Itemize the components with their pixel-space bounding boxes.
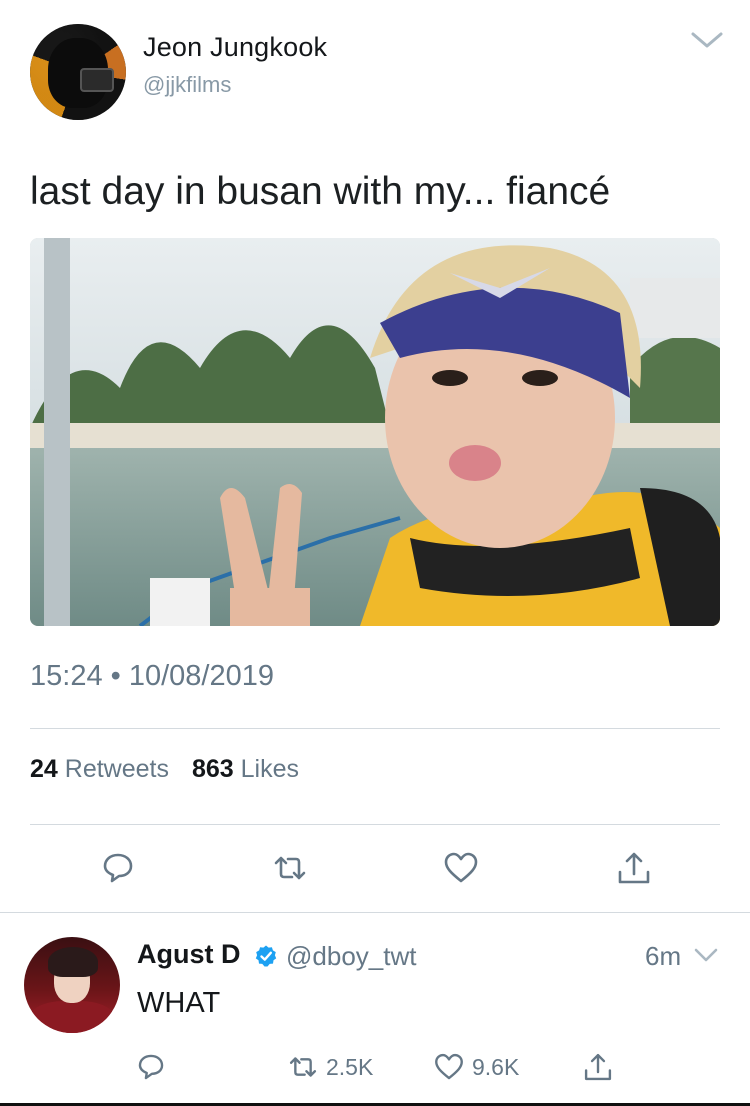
reply-avatar[interactable] xyxy=(24,937,120,1033)
main-tweet: Jeon Jungkook @jjkfilms last day in busa… xyxy=(0,0,750,912)
tweet-timestamp[interactable]: 15:24 • 10/08/2019 xyxy=(30,660,274,693)
reply-reply-button[interactable] xyxy=(134,1050,168,1084)
reply-author-name[interactable]: Agust D xyxy=(137,939,241,970)
like-icon xyxy=(435,1053,463,1080)
likes-count[interactable]: 863 xyxy=(192,755,234,783)
tweet-text: last day in busan with my... fiancé xyxy=(30,170,611,213)
reply-retweet-button[interactable]: 2.5K xyxy=(286,1050,373,1084)
like-icon[interactable] xyxy=(441,848,481,888)
share-icon[interactable] xyxy=(614,848,654,888)
tweet-photo[interactable] xyxy=(30,238,720,626)
retweets-count[interactable]: 24 xyxy=(30,755,58,783)
chevron-down-icon[interactable] xyxy=(694,947,718,963)
reply-icon xyxy=(138,1054,164,1080)
verified-icon xyxy=(255,945,277,967)
reply-retweet-count: 2.5K xyxy=(326,1053,374,1080)
retweets-label[interactable]: Retweets xyxy=(65,755,169,783)
chevron-down-icon[interactable] xyxy=(690,30,724,50)
retweet-icon[interactable] xyxy=(270,848,310,888)
photo-illustration xyxy=(30,238,720,626)
reply-icon[interactable] xyxy=(98,848,138,888)
reply-like-button[interactable]: 9.6K xyxy=(432,1050,519,1084)
reply-like-count: 9.6K xyxy=(472,1053,520,1080)
divider xyxy=(30,824,720,825)
author-handle[interactable]: @jjkfilms xyxy=(143,72,231,98)
reply-time: 6m xyxy=(645,941,682,971)
author-avatar[interactable] xyxy=(30,24,126,120)
reply-author-handle[interactable]: @dboy_twt xyxy=(286,941,416,972)
divider xyxy=(30,728,720,729)
reply-share-button[interactable] xyxy=(581,1050,615,1084)
likes-label[interactable]: Likes xyxy=(241,755,299,783)
author-name[interactable]: Jeon Jungkook xyxy=(143,32,327,63)
reply-tweet[interactable]: Agust D @dboy_twt 6m WHAT 2.5K 9.6K xyxy=(0,913,750,1106)
retweet-icon xyxy=(289,1057,317,1077)
tweet-stats: 24 Retweets 863 Likes xyxy=(30,755,299,784)
reply-text: WHAT xyxy=(137,987,221,1019)
share-icon xyxy=(584,1053,612,1081)
